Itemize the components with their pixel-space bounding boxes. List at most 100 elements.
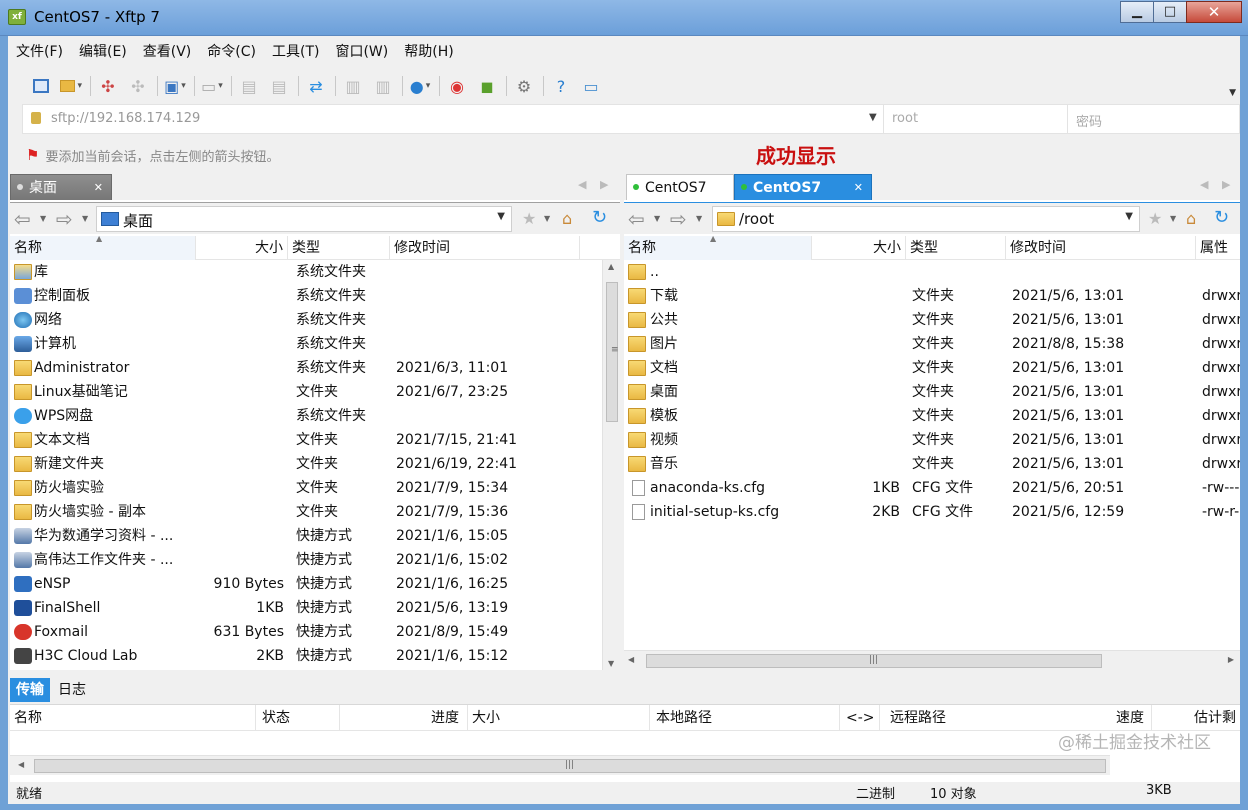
list-item[interactable]: 图片 文件夹 2021/8/8, 15:38 drwxr <box>624 332 1240 356</box>
chat-icon[interactable]: ▭ <box>580 75 602 97</box>
list-item[interactable]: 视频 文件夹 2021/5/6, 13:01 drwxr <box>624 428 1240 452</box>
back-dropdown-icon[interactable]: ▼ <box>654 214 660 223</box>
back-icon[interactable]: ⇦ <box>14 207 31 231</box>
list-item[interactable]: eNSP 910 Bytes 快捷方式 2021/1/6, 16:25 <box>10 572 620 596</box>
menu-window[interactable]: 窗口(W) <box>327 40 396 64</box>
username-field[interactable]: root <box>883 105 1065 133</box>
forward-icon[interactable]: ⇨ <box>56 207 73 231</box>
menu-command[interactable]: 命令(C) <box>199 40 264 64</box>
list-item[interactable]: 网络 系统文件夹 <box>10 308 620 332</box>
remote-horizontal-scrollbar[interactable]: ◀ ||| ▶ <box>624 650 1240 670</box>
list-item[interactable]: H3C Cloud Lab 2KB 快捷方式 2021/1/6, 15:12 <box>10 644 620 668</box>
tcol-name[interactable]: 名称 <box>10 705 256 731</box>
title-bar[interactable]: xf CentOS7 - Xftp 7 ▁ □ ✕ <box>0 0 1248 36</box>
scroll-left-icon[interactable]: ◀ <box>628 655 634 664</box>
remote-path-box[interactable]: /root ▼ <box>712 206 1140 232</box>
scroll-left-icon[interactable]: ◀ <box>18 760 24 769</box>
list-item[interactable]: 文本文档 文件夹 2021/7/15, 21:41 <box>10 428 620 452</box>
scroll-thumb[interactable]: ||| <box>646 654 1102 668</box>
forward-dropdown-icon[interactable]: ▼ <box>82 214 88 223</box>
scroll-up-icon[interactable]: ▲ <box>608 262 614 271</box>
back-dropdown-icon[interactable]: ▼ <box>40 214 46 223</box>
help-icon[interactable]: ? <box>550 75 572 97</box>
menu-help[interactable]: 帮助(H) <box>396 40 461 64</box>
tcol-status[interactable]: 状态 <box>256 705 340 731</box>
properties-icon[interactable]: ▥ <box>372 75 394 97</box>
bookmark-star-icon[interactable]: ★ <box>522 209 536 228</box>
home-icon[interactable]: ⌂ <box>562 209 572 228</box>
list-item[interactable]: initial-setup-ks.cfg 2KB CFG 文件 2021/5/6, 1… <box>624 500 1240 524</box>
col-modified[interactable]: 修改时间 <box>390 236 580 260</box>
session-properties-icon[interactable]: ▣ <box>164 75 186 97</box>
bookmark-star-icon[interactable]: ★ <box>1148 209 1162 228</box>
list-item[interactable]: 下载 文件夹 2021/5/6, 13:01 drwxr <box>624 284 1240 308</box>
xshell-icon[interactable]: ◉ <box>446 75 468 97</box>
list-item[interactable]: FinalShell 1KB 快捷方式 2021/5/6, 13:19 <box>10 596 620 620</box>
list-item[interactable]: Foxmail 631 Bytes 快捷方式 2021/8/9, 15:49 <box>10 620 620 644</box>
scroll-thumb[interactable]: ≡ <box>606 282 619 422</box>
tcol-size[interactable]: 大小 <box>468 705 650 731</box>
tcol-progress[interactable]: 进度 <box>340 705 468 731</box>
tcol-local-path[interactable]: 本地路径 <box>650 705 840 731</box>
list-item[interactable]: 高伟达工作文件夹 - ... 快捷方式 2021/1/6, 15:02 <box>10 548 620 572</box>
gear-icon[interactable]: ⚙ <box>513 75 535 97</box>
tab-remote-centos7-2[interactable]: CentOS7 ✕ <box>734 174 872 200</box>
password-field[interactable]: 密码 <box>1067 105 1239 133</box>
scroll-down-icon[interactable]: ▼ <box>608 659 614 668</box>
home-icon[interactable]: ⌂ <box>1186 209 1196 228</box>
col-type[interactable]: 类型 <box>906 236 1006 260</box>
tab-local-desktop[interactable]: 桌面 ✕ <box>10 174 112 200</box>
path-dropdown-icon[interactable]: ▼ <box>1125 211 1133 222</box>
list-item[interactable]: 文档 文件夹 2021/5/6, 13:01 drwxr <box>624 356 1240 380</box>
col-modified[interactable]: 修改时间 <box>1006 236 1196 260</box>
tab-next-icon[interactable]: ▶ <box>600 178 608 191</box>
local-vertical-scrollbar[interactable]: ▲ ≡ ▼ <box>602 260 620 670</box>
list-item[interactable]: 音乐 文件夹 2021/5/6, 13:01 drwxr <box>624 452 1240 476</box>
close-button[interactable]: ✕ <box>1186 1 1242 23</box>
back-icon[interactable]: ⇦ <box>628 207 645 231</box>
col-name[interactable]: ▲ 名称 <box>10 234 196 260</box>
list-item[interactable]: 新建文件夹 文件夹 2021/6/19, 22:41 <box>10 452 620 476</box>
list-item[interactable]: WPS网盘 系统文件夹 <box>10 404 620 428</box>
col-size[interactable]: 大小 <box>812 236 906 260</box>
col-attributes[interactable]: 属性 <box>1196 236 1240 260</box>
connect-icon[interactable]: ✣ <box>97 75 119 97</box>
forward-icon[interactable]: ⇨ <box>670 207 687 231</box>
list-item[interactable]: Linux基础笔记 文件夹 2021/6/7, 23:25 <box>10 380 620 404</box>
menu-edit[interactable]: 编辑(E) <box>71 40 135 64</box>
refresh-icon[interactable]: ↻ <box>592 207 607 228</box>
bookmark-dropdown-icon[interactable]: ▼ <box>1170 214 1176 223</box>
list-item[interactable]: 防火墙实验 文件夹 2021/7/9, 15:34 <box>10 476 620 500</box>
list-item[interactable]: 防火墙实验 - 副本 文件夹 2021/7/9, 15:36 <box>10 500 620 524</box>
xftp-icon[interactable]: ◼ <box>476 75 498 97</box>
address-input[interactable]: sftp://192.168.174.129 <box>51 111 200 126</box>
transfer-icon[interactable]: ▭ <box>201 75 223 97</box>
paste-icon[interactable]: ▤ <box>268 75 290 97</box>
toolbar-overflow-icon[interactable]: ▼ <box>1229 88 1236 98</box>
minimize-button[interactable]: ▁ <box>1120 1 1154 23</box>
tab-next-icon[interactable]: ▶ <box>1222 178 1230 191</box>
close-tab-icon[interactable]: ✕ <box>854 175 863 201</box>
list-item[interactable]: Administrator 系统文件夹 2021/6/3, 11:01 <box>10 356 620 380</box>
disconnect-icon[interactable]: ✣ <box>127 75 149 97</box>
copy-icon[interactable]: ▤ <box>238 75 260 97</box>
globe-icon[interactable]: ● <box>409 75 431 97</box>
transfer-mode[interactable]: 二进制 <box>856 783 895 802</box>
list-item[interactable]: .. <box>624 260 1240 284</box>
menu-tools[interactable]: 工具(T) <box>264 40 327 64</box>
tab-transfer[interactable]: 传输 <box>10 678 50 702</box>
close-tab-icon[interactable]: ✕ <box>94 175 103 201</box>
scroll-thumb[interactable]: ||| <box>34 759 1106 773</box>
col-name[interactable]: ▲ 名称 <box>624 234 812 260</box>
list-item[interactable]: 库 系统文件夹 <box>10 260 620 284</box>
list-item[interactable]: 控制面板 系统文件夹 <box>10 284 620 308</box>
forward-dropdown-icon[interactable]: ▼ <box>696 214 702 223</box>
list-item[interactable]: 计算机 系统文件夹 <box>10 332 620 356</box>
list-item[interactable]: 公共 文件夹 2021/5/6, 13:01 drwxr <box>624 308 1240 332</box>
list-item[interactable]: 桌面 文件夹 2021/5/6, 13:01 drwxr <box>624 380 1240 404</box>
menu-view[interactable]: 查看(V) <box>135 40 200 64</box>
col-type[interactable]: 类型 <box>288 236 390 260</box>
tab-prev-icon[interactable]: ◀ <box>578 178 586 191</box>
tab-remote-centos7-1[interactable]: CentOS7 <box>626 174 734 200</box>
list-item[interactable]: 模板 文件夹 2021/5/6, 13:01 drwxr <box>624 404 1240 428</box>
